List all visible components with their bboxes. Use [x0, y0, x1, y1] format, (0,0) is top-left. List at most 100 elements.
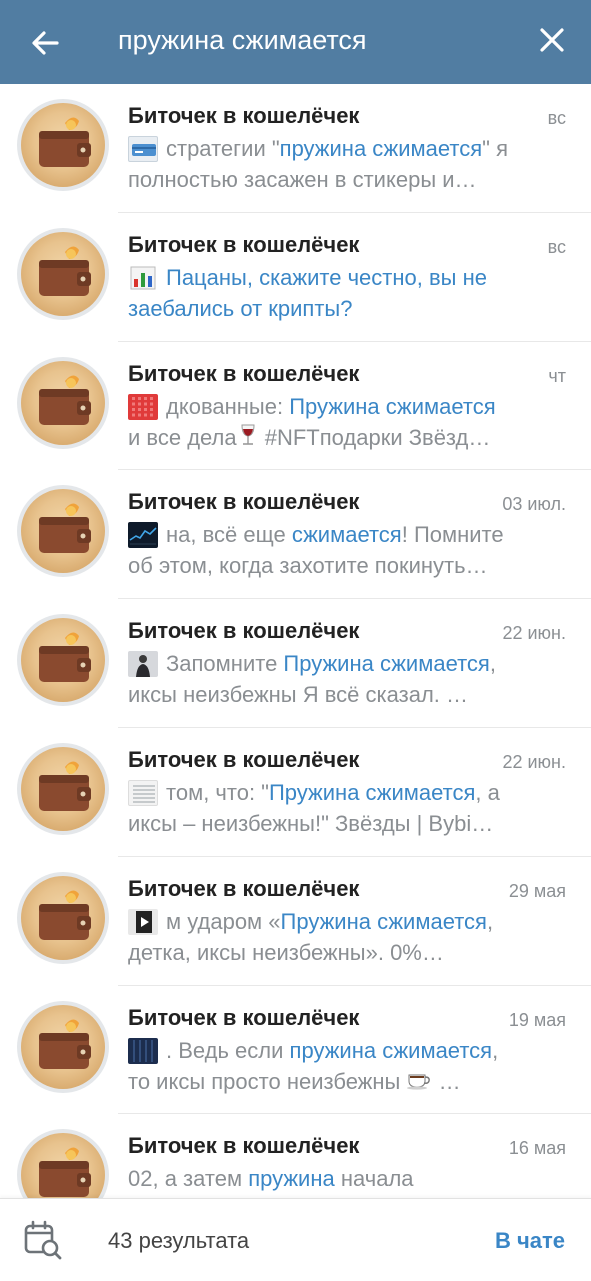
search-result-item[interactable]: Биточек в кошелёчек 03 июл. на, всё еще сж…	[0, 470, 591, 600]
match-highlight: Пружина сжимается	[283, 651, 490, 677]
wallet-icon	[39, 1019, 91, 1069]
search-result-item[interactable]: Биточек в кошелёчек 19 мая . Ведь если пру…	[0, 986, 591, 1115]
snippet-text: том, что: "	[166, 779, 269, 805]
snippet-line-2: заебались от крипты?	[128, 294, 568, 324]
chat-name: Биточек в кошелёчек	[128, 360, 360, 386]
search-result-item[interactable]: Биточек в кошелёчек 22 июн. том, что: "Пру…	[0, 728, 591, 857]
message-date: 16 мая	[508, 1138, 566, 1159]
snippet-text: детка, иксы неизбежны». 0%…	[128, 939, 444, 965]
snippet-line-2: иксы неизбежны Я всё сказал. …	[128, 680, 568, 710]
chat-avatar	[17, 99, 109, 191]
snippet-text: , а	[475, 779, 500, 805]
search-result-item[interactable]: Биточек в кошелёчек 22 июн. Запомните Пруж…	[0, 599, 591, 728]
snippet-text: м ударом «	[166, 908, 281, 934]
snippet-line-1: том, что: "Пружина сжимается, а	[128, 778, 568, 808]
message-date: чт	[548, 365, 566, 386]
chat-name: Биточек в кошелёчек	[128, 1133, 360, 1159]
snippet-text: ! Помните	[401, 522, 504, 548]
snippet-text: стратегии "	[166, 136, 280, 161]
snippet-text: на, всё еще	[166, 522, 292, 548]
search-query-input[interactable]: пружина сжимается	[118, 22, 367, 58]
dark-chart-thumb	[128, 522, 158, 549]
search-results-list: Биточек в кошелёчек вс стратегии "пружина …	[0, 84, 591, 1198]
chat-name: Биточек в кошелёчек	[128, 231, 360, 257]
message-date: 03 июл.	[502, 494, 566, 515]
match-highlight: заебались от крипты?	[128, 295, 353, 321]
back-button[interactable]	[22, 20, 68, 66]
match-highlight: Пацаны, скажите честно, вы не	[166, 264, 487, 290]
snippet-text: . Ведь если	[166, 1037, 290, 1063]
wallet-icon	[39, 503, 91, 554]
results-count: 43 результата	[108, 1228, 250, 1253]
message-date: 29 мая	[508, 880, 566, 901]
chat-name: Биточек в кошелёчек	[128, 746, 360, 772]
close-icon	[540, 28, 564, 52]
match-highlight: пружина сжимается	[289, 1037, 493, 1063]
snippet-text: и все дела	[128, 424, 237, 450]
snippet-line-2: иксы – неизбежны!" Звёзды | Bybi…	[128, 809, 568, 839]
calendar-search-button[interactable]	[22, 1219, 64, 1261]
match-highlight: пружина	[248, 1166, 335, 1192]
snippet-text: дкованные:	[166, 393, 290, 419]
snippet-text: " я	[482, 136, 509, 161]
message-date: 19 мая	[508, 1009, 566, 1030]
snippet-line-1: стратегии "пружина сжимается" я	[128, 134, 568, 164]
snippet-text: то иксы просто неизбежны	[128, 1068, 407, 1094]
snippet-text: начала	[334, 1166, 414, 1192]
match-highlight: Пружина сжимается	[289, 393, 496, 419]
snippet-line-1: 02, а затем пружина начала	[128, 1164, 568, 1194]
search-result-item[interactable]: Биточек в кошелёчек 16 мая 02, а затем пру…	[0, 1114, 591, 1198]
chat-avatar	[17, 356, 109, 449]
in-chat-button[interactable]: В чате	[495, 1227, 565, 1255]
snippet-line-1: Запомните Пружина сжимается,	[128, 649, 568, 679]
snippet-line-2: и все дела #NFTподарки Звёзд…	[128, 423, 568, 455]
snippet-line-1: . Ведь если пружина сжимается,	[128, 1036, 568, 1066]
clear-search-button[interactable]	[529, 17, 575, 63]
wallet-icon	[39, 375, 91, 425]
wallet-icon	[39, 761, 91, 811]
search-result-item[interactable]: Биточек в кошелёчек вс стратегии "пружина …	[0, 84, 591, 213]
wallet-icon	[39, 632, 91, 683]
calendar-search-icon	[24, 1220, 62, 1260]
match-highlight: Пружина сжимается	[268, 779, 476, 805]
snippet-line-1: м ударом «Пружина сжимается,	[128, 907, 568, 937]
snippet-line-1: Пацаны, скажите честно, вы не	[128, 263, 568, 293]
message-date: вс	[547, 108, 566, 128]
message-date: вс	[547, 236, 566, 257]
red-grid-thumb	[128, 393, 158, 420]
bar-chart-emoji	[128, 265, 158, 291]
card-thumb	[128, 136, 158, 162]
arrow-left-icon	[32, 31, 59, 55]
snippet-text: ,	[489, 651, 496, 677]
search-header: пружина сжимается	[0, 0, 591, 84]
chat-name: Биточек в кошелёчек	[128, 103, 360, 128]
navy-grid-thumb	[128, 1037, 158, 1064]
match-highlight: сжимается	[291, 522, 402, 548]
snippet-text: 02, а затем	[128, 1166, 249, 1192]
snippet-line-2: об этом, когда захотите покинуть…	[128, 551, 568, 581]
chat-avatar	[17, 871, 109, 964]
snippet-line-2: полностью засажен в стикеры и…	[128, 165, 568, 195]
snippet-line-1: на, всё еще сжимается! Помните	[128, 520, 568, 550]
wallet-icon	[39, 890, 91, 940]
message-date: 22 июн.	[502, 623, 566, 644]
search-result-item[interactable]: Биточек в кошелёчек чт дкованные: Пружина …	[0, 342, 591, 471]
chat-name: Биточек в кошелёчек	[128, 489, 360, 515]
snippet-text: иксы неизбежны Я всё сказал. …	[128, 682, 469, 708]
wallet-icon	[39, 117, 91, 167]
snippet-line-2: то иксы просто неизбежны …	[128, 1067, 568, 1098]
snippet-line-1: дкованные: Пружина сжимается	[128, 392, 568, 422]
chat-avatar	[17, 742, 109, 835]
snippet-text: …	[432, 1068, 461, 1094]
snippet-text: об этом, когда захотите покинуть…	[128, 553, 488, 579]
snippet-text: иксы – неизбежны!" Звёзды | Bybi…	[128, 810, 494, 836]
coffee-emoji	[406, 1068, 432, 1098]
snippet-text: #NFTподарки Звёзд…	[258, 424, 491, 450]
match-highlight: Пружина сжимается	[280, 908, 487, 934]
search-result-item[interactable]: Биточек в кошелёчек 29 мая м ударом «Пружи…	[0, 857, 591, 986]
document-thumb	[128, 779, 158, 806]
message-date: 22 июн.	[502, 751, 566, 772]
chat-avatar	[17, 1129, 109, 1198]
search-result-item[interactable]: Биточек в кошелёчек вс Пацаны, скажите чес…	[0, 213, 591, 342]
chat-name: Биточек в кошелёчек	[128, 618, 360, 644]
